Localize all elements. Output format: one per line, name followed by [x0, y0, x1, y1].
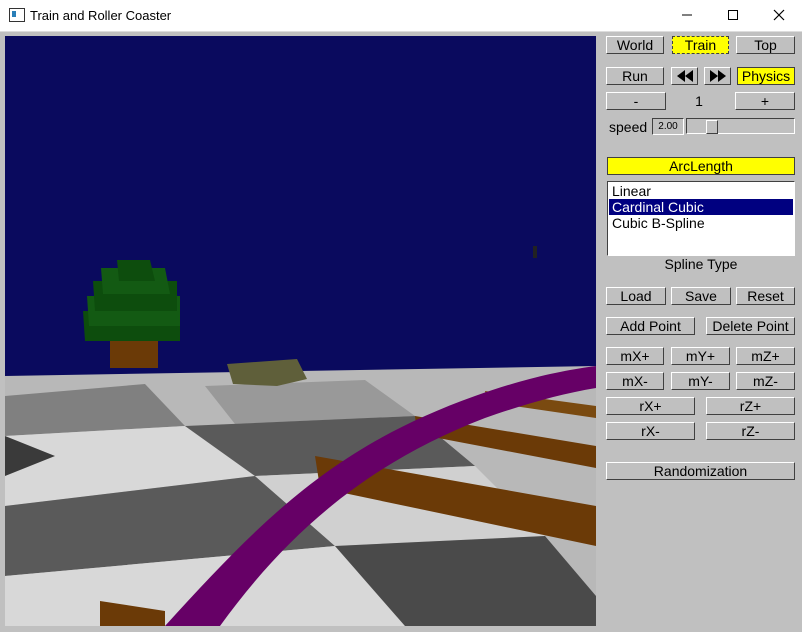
load-button[interactable]: Load: [606, 287, 666, 305]
spline-type-list[interactable]: Linear Cardinal Cubic Cubic B-Spline: [607, 181, 795, 256]
control-point[interactable]: [533, 246, 537, 258]
run-button[interactable]: Run: [606, 67, 664, 85]
spline-option-cubic-b-spline[interactable]: Cubic B-Spline: [609, 215, 793, 231]
maximize-button[interactable]: [710, 0, 756, 31]
physics-toggle[interactable]: Physics: [737, 67, 795, 85]
rotate-x-plus-button[interactable]: rX+: [606, 397, 695, 415]
arc-length-toggle[interactable]: ArcLength: [607, 157, 795, 175]
rewind-icon: [676, 70, 693, 82]
minimize-icon: [682, 14, 692, 16]
spline-option-cardinal-cubic[interactable]: Cardinal Cubic: [609, 199, 793, 215]
speed-slider-thumb[interactable]: [706, 120, 718, 134]
3d-viewport[interactable]: [5, 36, 596, 626]
speed-slider[interactable]: [686, 118, 795, 134]
decrease-cars-button[interactable]: -: [606, 92, 666, 110]
world-view-button[interactable]: World: [606, 36, 664, 54]
app-icon: [9, 8, 25, 22]
save-button[interactable]: Save: [671, 287, 731, 305]
fast-forward-button[interactable]: [704, 67, 731, 85]
fast-forward-icon: [709, 70, 726, 82]
maximize-icon: [728, 10, 738, 20]
reset-button[interactable]: Reset: [736, 287, 795, 305]
move-z-minus-button[interactable]: mZ-: [736, 372, 795, 390]
move-x-plus-button[interactable]: mX+: [606, 347, 664, 365]
move-y-minus-button[interactable]: mY-: [671, 372, 730, 390]
rotate-x-minus-button[interactable]: rX-: [606, 422, 695, 440]
scene-canvas: [5, 36, 596, 626]
tree-foliage: [117, 260, 155, 281]
spline-type-label: Spline Type: [664, 256, 738, 272]
car-count: 1: [695, 93, 703, 109]
move-x-minus-button[interactable]: mX-: [606, 372, 664, 390]
title-bar: Train and Roller Coaster: [0, 0, 802, 32]
minimize-button[interactable]: [664, 0, 710, 31]
window-title: Train and Roller Coaster: [30, 8, 172, 23]
rotate-z-plus-button[interactable]: rZ+: [706, 397, 795, 415]
rotate-z-minus-button[interactable]: rZ-: [706, 422, 795, 440]
train-view-button[interactable]: Train: [672, 36, 729, 54]
randomization-button[interactable]: Randomization: [606, 462, 795, 480]
speed-value: 2.00: [652, 118, 684, 135]
rewind-button[interactable]: [671, 67, 698, 85]
control-panel: World Train Top Run Physics - 1 + speed …: [600, 32, 802, 632]
add-point-button[interactable]: Add Point: [606, 317, 695, 335]
top-view-button[interactable]: Top: [736, 36, 795, 54]
close-button[interactable]: [756, 0, 802, 31]
close-icon: [773, 9, 785, 21]
move-z-plus-button[interactable]: mZ+: [736, 347, 795, 365]
spline-option-linear[interactable]: Linear: [609, 183, 793, 199]
delete-point-button[interactable]: Delete Point: [706, 317, 795, 335]
app-window: Train and Roller Coaster World Train Top…: [0, 0, 802, 632]
move-y-plus-button[interactable]: mY+: [671, 347, 730, 365]
increase-cars-button[interactable]: +: [735, 92, 795, 110]
speed-label: speed: [609, 119, 648, 135]
